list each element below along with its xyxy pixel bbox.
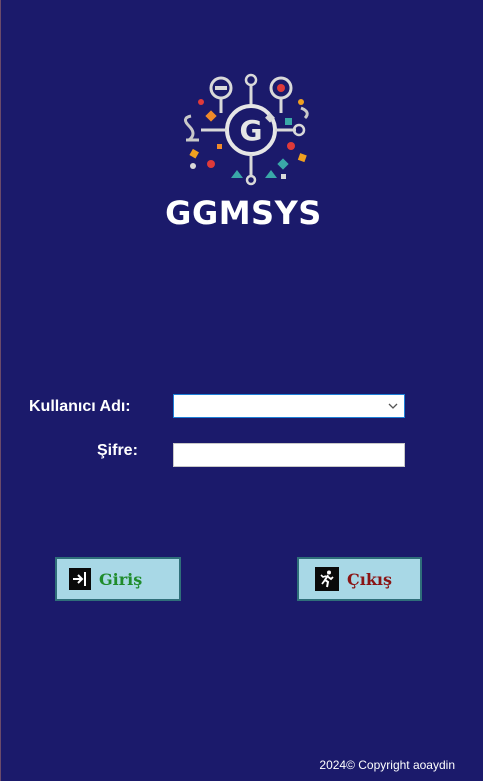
ggmsys-logo-icon: G: [184, 73, 309, 186]
password-label: Şifre:: [97, 442, 138, 459]
exit-button-label: Çıkış: [347, 569, 392, 589]
copyright-footer: 2024© Copyright aoaydin: [319, 758, 455, 772]
running-exit-icon: [315, 567, 339, 591]
brand-logo: G GGMSYS: [161, 68, 326, 232]
exit-button[interactable]: Çıkış: [297, 557, 422, 601]
svg-text:G: G: [240, 114, 263, 147]
chevron-down-icon[interactable]: [388, 401, 398, 411]
brand-name: GGMSYS: [165, 194, 322, 232]
login-button-label: Giriş: [99, 569, 143, 589]
username-combobox[interactable]: [173, 394, 405, 418]
password-input[interactable]: [173, 443, 405, 467]
login-window: G GGMSYS Kullanıcı Adı: Şifre: Giriş Çık…: [0, 0, 483, 781]
login-arrow-icon: [69, 568, 91, 590]
login-button[interactable]: Giriş: [55, 557, 181, 601]
username-label: Kullanıcı Adı:: [29, 398, 131, 415]
